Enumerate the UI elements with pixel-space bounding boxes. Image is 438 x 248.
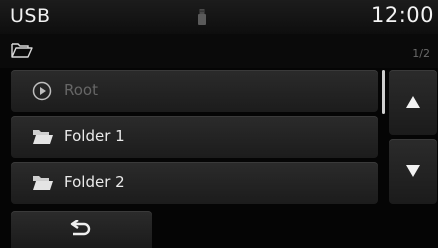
- list-item-root[interactable]: Root: [11, 70, 378, 112]
- scroll-up-button[interactable]: [389, 70, 437, 135]
- scroll-down-button[interactable]: [389, 139, 437, 204]
- page-indicator: 1/2: [412, 47, 430, 60]
- list-item-folder-2[interactable]: Folder 2: [11, 162, 378, 204]
- usb-browser-screen: USB 12:00 1/2 Root Folder 1 Folder 2: [0, 0, 438, 248]
- source-label: USB: [10, 5, 51, 27]
- path-row: 1/2: [0, 34, 438, 68]
- open-folder-icon: [11, 42, 33, 59]
- folder-icon: [32, 128, 54, 149]
- list-scrollbar[interactable]: [382, 70, 385, 114]
- usb-drive-icon: [197, 9, 207, 25]
- clock: 12:00: [370, 3, 434, 27]
- folder-icon: [32, 174, 54, 195]
- back-arrow-icon: [70, 220, 91, 236]
- list-item-label: Folder 1: [64, 127, 125, 145]
- back-button[interactable]: [11, 211, 152, 248]
- list-item-label: Root: [64, 81, 98, 99]
- list-item-label: Folder 2: [64, 173, 125, 191]
- triangle-up-icon: [406, 96, 420, 108]
- status-bar: USB 12:00: [0, 0, 438, 34]
- list-item-folder-1[interactable]: Folder 1: [11, 116, 378, 158]
- triangle-down-icon: [406, 165, 420, 177]
- play-circle-icon: [32, 81, 52, 105]
